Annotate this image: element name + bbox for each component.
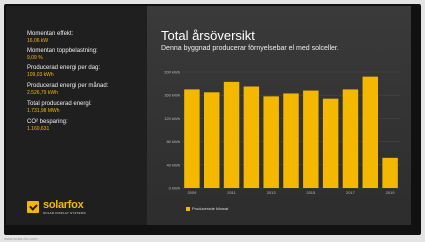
solarfox-logo-icon <box>27 201 39 213</box>
x-tick-label: 2017 <box>346 190 356 195</box>
stat-label: Total producerad energi: <box>27 101 92 107</box>
brand-tagline: SOLAR DISPLAY SYSTEMS <box>43 211 86 215</box>
stat-value: 109,03 kWh <box>27 72 54 78</box>
y-tick-label: 120 kWh <box>164 116 180 121</box>
x-tick-label: 2013 <box>267 190 277 195</box>
stat-label: CO² besparing: <box>27 119 68 125</box>
y-tick-label: 0 kWh <box>169 186 180 191</box>
x-tick-label: 2009 <box>187 190 197 195</box>
page-subtitle: Denna byggnad producerar förnyelsebar el… <box>161 45 339 52</box>
x-tick-label: 2015 <box>306 190 316 195</box>
footer-url: www.solar-fox.com <box>4 236 38 241</box>
brand-name: solarfox <box>43 199 84 211</box>
stats-sidebar: Momentan effekt: 16,06 kW Momentan toppb… <box>6 6 147 225</box>
bar-2014 <box>283 93 299 188</box>
stat-label: Producerad energi per månad: <box>27 83 109 89</box>
x-tick-label: 2019 <box>386 190 396 195</box>
bar-2009 <box>184 89 200 188</box>
stat-current-power: Momentan effekt: 16,06 kW <box>27 31 73 44</box>
annual-bar-chart: 0 kWh 40 kWh 80 kWh 120 kWh 160 kWh 200 kWh 20… <box>160 60 405 220</box>
stat-value: 2.526,79 kWh <box>27 90 58 96</box>
bar-2018 <box>362 76 379 188</box>
bar-2013 <box>263 96 279 188</box>
stat-co2-saving: CO² besparing: 1.160,631 <box>27 119 68 132</box>
stat-energy-total: Total producerad energi: 1.731,98 MWh <box>27 101 92 114</box>
solarfox-logo: solarfox SOLAR DISPLAY SYSTEMS <box>27 199 137 221</box>
stat-energy-month: Producerad energi per månad: 2.526,79 kW… <box>27 83 108 96</box>
page-title: Total årsöversikt <box>161 28 255 43</box>
bar-2011 <box>223 81 240 188</box>
stat-value: 16,06 kW <box>27 38 49 44</box>
y-tick-label: 80 kWh <box>166 139 180 144</box>
stat-label: Producerad energi per dag: <box>27 65 101 71</box>
bar-2019 <box>382 157 398 188</box>
bar-2016 <box>322 98 339 188</box>
bar-2012 <box>243 86 260 188</box>
x-tick-label: 2011 <box>227 190 236 195</box>
legend-swatch <box>186 207 190 211</box>
stat-value: 9,09 % <box>27 55 43 61</box>
stat-value: 1.160,631 <box>27 126 50 132</box>
stat-energy-day: Producerad energi per dag: 109,03 kWh <box>27 65 100 78</box>
stat-value: 1.731,98 MWh <box>27 108 60 114</box>
bar-2015 <box>303 90 319 188</box>
y-tick-label: 40 kWh <box>166 162 180 167</box>
bar-2010 <box>203 92 220 188</box>
stat-peak-load: Momentan toppbelastning: 9,09 % <box>27 48 98 61</box>
y-tick-label: 200 kWh <box>164 70 180 75</box>
stat-label: Momentan effekt: <box>27 31 74 37</box>
chart-svg: 0 kWh 40 kWh 80 kWh 120 kWh 160 kWh 200 kWh 20… <box>164 70 400 195</box>
y-tick-label: 160 kWh <box>164 93 180 98</box>
bar-2017 <box>342 89 359 188</box>
stat-label: Momentan toppbelastning: <box>27 48 98 54</box>
legend-label: Producerade kilowat <box>192 206 229 211</box>
